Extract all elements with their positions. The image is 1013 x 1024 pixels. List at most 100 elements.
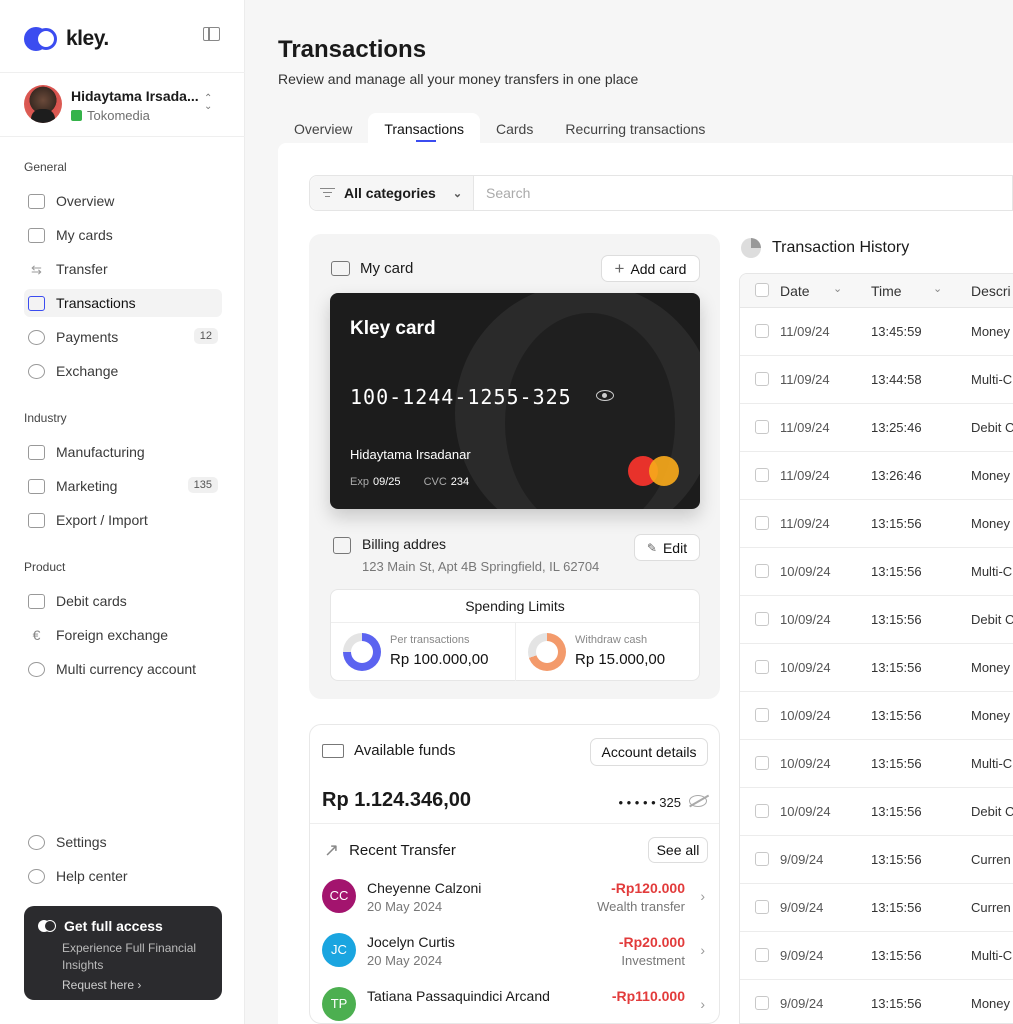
see-all-button[interactable]: See all [648, 837, 708, 863]
edit-billing-button[interactable]: ✎ Edit [634, 534, 700, 561]
chevron-right-icon: › [137, 978, 142, 992]
sidebar-item-exchange[interactable]: Exchange [24, 357, 222, 385]
sidebar-item-label: Marketing [56, 478, 118, 494]
sidebar-item-label: Help center [56, 868, 128, 884]
list-item[interactable]: CC Cheyenne Calzoni 20 May 2024 -Rp120.0… [322, 877, 707, 917]
list-item[interactable]: TP Tatiana Passaquindici Arcand -Rp110.0… [322, 985, 707, 1023]
account-switcher[interactable]: Hidaytama Irsada... Tokomedia ⌃ ⌄ [0, 72, 245, 137]
request-access-link[interactable]: Request here › [62, 978, 208, 992]
nav-section-industry: Industry [24, 411, 67, 425]
row-checkbox[interactable] [755, 324, 769, 338]
chevron-down-icon[interactable]: ⌄ [933, 282, 942, 295]
table-row[interactable]: 10/09/24 13:15:56 Multi-C [740, 740, 1013, 788]
table-row[interactable]: 11/09/24 13:45:59 Money [740, 308, 1013, 356]
tab-cards[interactable]: Cards [480, 113, 549, 145]
sidebar-item-marketing[interactable]: Marketing 135 [24, 472, 222, 500]
table-row[interactable]: 11/09/24 13:15:56 Money [740, 500, 1013, 548]
table-row[interactable]: 9/09/24 13:15:56 Curren [740, 884, 1013, 932]
factory-icon [28, 444, 45, 460]
list-item[interactable]: JC Jocelyn Curtis 20 May 2024 -Rp20.000 … [322, 931, 707, 971]
row-checkbox[interactable] [755, 612, 769, 626]
account-details-button[interactable]: Account details [590, 738, 708, 766]
cell-description: Money [971, 324, 1011, 339]
page-title: Transactions [278, 36, 427, 63]
chevron-up-down-icon[interactable]: ⌃ ⌄ [204, 94, 212, 112]
select-all-checkbox[interactable] [755, 283, 769, 297]
table-row[interactable]: 9/09/24 13:15:56 Money [740, 980, 1013, 1023]
chevron-down-icon[interactable]: ⌄ [833, 282, 842, 295]
filter-icon [320, 188, 335, 198]
cell-date: 11/09/24 [780, 324, 830, 339]
tab-overview[interactable]: Overview [278, 113, 368, 145]
column-date[interactable]: Date [780, 283, 810, 299]
app-logo[interactable]: kley. [24, 27, 109, 51]
sidebar-item-multi-currency[interactable]: Multi currency account [24, 655, 222, 683]
credit-card[interactable]: Kley card 100-1244-1255-325 Hidaytama Ir… [330, 293, 700, 509]
table-row[interactable]: 11/09/24 13:25:46 Debit C [740, 404, 1013, 452]
row-checkbox[interactable] [755, 468, 769, 482]
row-checkbox[interactable] [755, 900, 769, 914]
eye-off-icon[interactable] [689, 795, 707, 807]
sidebar-item-debit-cards[interactable]: Debit cards [24, 587, 222, 615]
category-select[interactable]: All categories ⌄ [310, 176, 474, 210]
column-time[interactable]: Time [871, 283, 902, 299]
sidebar-item-transfer[interactable]: ⇆ Transfer [24, 255, 222, 283]
transfer-amount: -Rp120.000 [611, 880, 685, 896]
column-description[interactable]: Descri [971, 283, 1011, 299]
add-card-button[interactable]: + Add card [601, 255, 700, 282]
sidebar-item-export-import[interactable]: Export / Import [24, 506, 222, 534]
row-checkbox[interactable] [755, 804, 769, 818]
row-checkbox[interactable] [755, 516, 769, 530]
row-checkbox[interactable] [755, 948, 769, 962]
sidebar-item-label: Settings [56, 834, 107, 850]
my-card-title: My card [360, 260, 414, 277]
cell-time: 13:25:46 [871, 420, 922, 435]
spending-limits: Spending Limits Per transactions Rp 100.… [330, 589, 700, 681]
tab-recurring[interactable]: Recurring transactions [549, 113, 721, 145]
eye-icon[interactable] [596, 390, 614, 401]
sidebar-item-transactions[interactable]: Transactions [24, 289, 222, 317]
promo-text: Experience Full Financial Insights [62, 941, 197, 972]
cvc-value: 234 [450, 476, 470, 488]
sidebar-item-manufacturing[interactable]: Manufacturing [24, 438, 222, 466]
table-row[interactable]: 10/09/24 13:15:56 Money [740, 692, 1013, 740]
cell-description: Money [971, 516, 1011, 531]
avatar: JC [322, 933, 356, 967]
sidebar-item-help[interactable]: Help center [24, 862, 222, 890]
search-input[interactable]: Search [474, 176, 530, 210]
table-row[interactable]: 9/09/24 13:15:56 Multi-C [740, 932, 1013, 980]
row-checkbox[interactable] [755, 372, 769, 386]
sidebar-item-settings[interactable]: Settings [24, 828, 222, 856]
table-row[interactable]: 9/09/24 13:15:56 Curren [740, 836, 1013, 884]
container-icon [28, 512, 45, 528]
cell-date: 9/09/24 [780, 900, 824, 915]
row-checkbox[interactable] [755, 996, 769, 1010]
row-checkbox[interactable] [755, 708, 769, 722]
row-checkbox[interactable] [755, 756, 769, 770]
table-row[interactable]: 11/09/24 13:26:46 Money [740, 452, 1013, 500]
chevron-right-icon: › [700, 996, 705, 1012]
promo-link-label: Request here [62, 978, 135, 992]
row-checkbox[interactable] [755, 420, 769, 434]
table-row[interactable]: 10/09/24 13:15:56 Multi-C [740, 548, 1013, 596]
cell-time: 13:15:56 [871, 516, 922, 531]
clock-icon [741, 238, 761, 258]
sidebar-item-label: Debit cards [56, 593, 127, 609]
sidebar-toggle-icon[interactable] [203, 27, 220, 41]
transfer-name: Jocelyn Curtis [367, 934, 455, 950]
row-checkbox[interactable] [755, 660, 769, 674]
cell-date: 9/09/24 [780, 948, 824, 963]
table-row[interactable]: 10/09/24 13:15:56 Debit C [740, 788, 1013, 836]
table-row[interactable]: 11/09/24 13:44:58 Multi-C [740, 356, 1013, 404]
table-row[interactable]: 10/09/24 13:15:56 Debit C [740, 596, 1013, 644]
sidebar-item-payments[interactable]: Payments 12 [24, 323, 222, 351]
my-card-header: My card [331, 260, 413, 277]
table-row[interactable]: 10/09/24 13:15:56 Money [740, 644, 1013, 692]
row-checkbox[interactable] [755, 852, 769, 866]
gear-icon [28, 834, 45, 850]
sidebar-item-foreign-exchange[interactable]: € Foreign exchange [24, 621, 222, 649]
sidebar-item-my-cards[interactable]: My cards [24, 221, 222, 249]
tab-transactions[interactable]: Transactions [368, 113, 480, 145]
sidebar-item-overview[interactable]: Overview [24, 187, 222, 215]
row-checkbox[interactable] [755, 564, 769, 578]
